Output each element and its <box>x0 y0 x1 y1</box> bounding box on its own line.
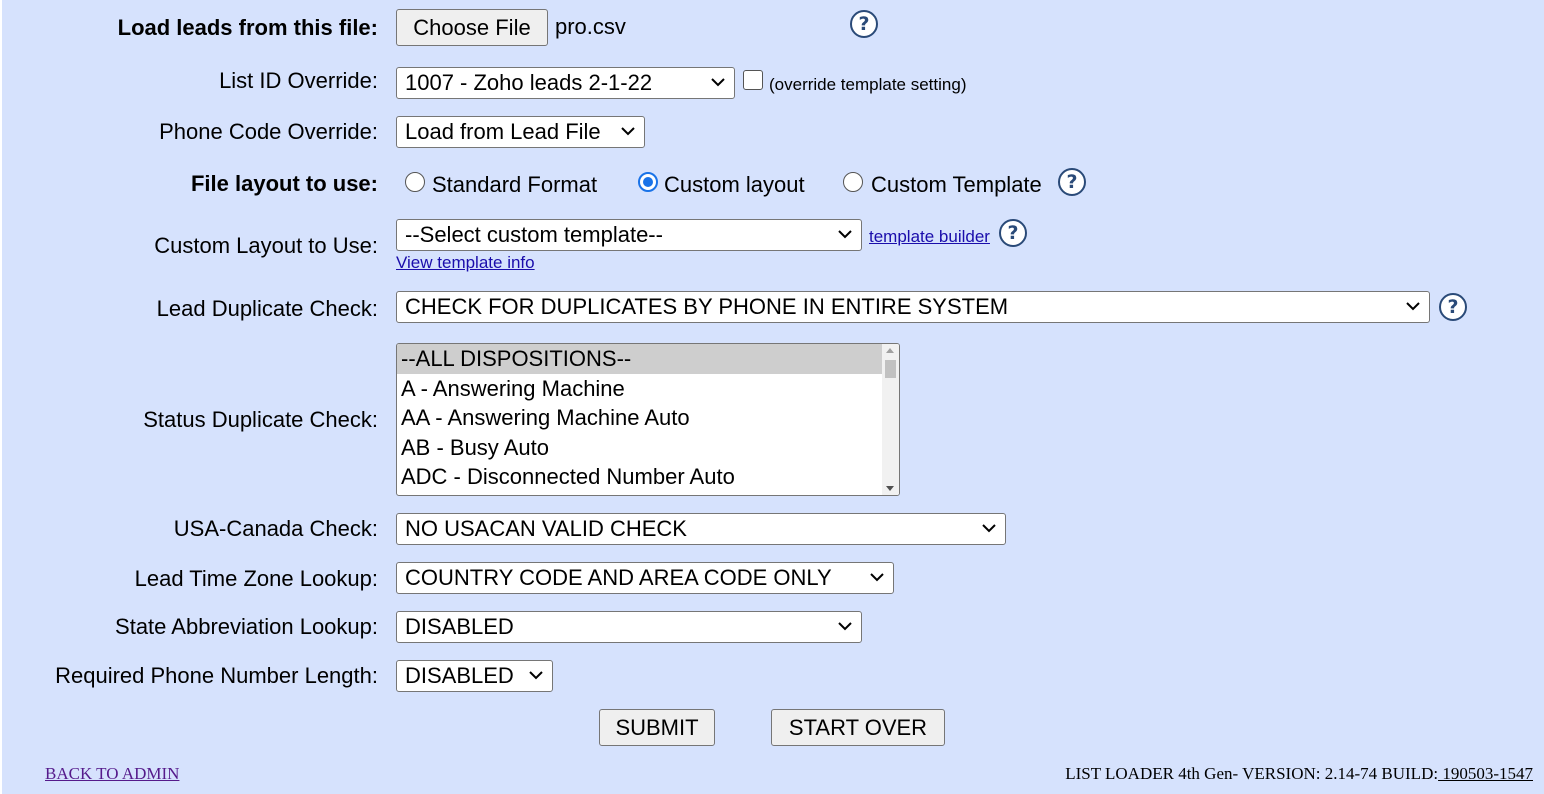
file-name-text: pro.csv <box>555 14 626 39</box>
list-loader-panel: Load leads from this file: Choose File p… <box>2 0 1544 794</box>
phone-length-select[interactable]: DISABLED <box>396 660 553 692</box>
phone-code-label: Phone Code Override: <box>159 119 378 144</box>
list-item[interactable]: ADC - Disconnected Number Auto <box>397 462 899 492</box>
scroll-down-arrow-icon[interactable] <box>886 486 894 491</box>
version-text: LIST LOADER 4th Gen- VERSION: 2.14-74 BU… <box>1065 764 1439 783</box>
phone-length-selected-value: DISABLED <box>405 663 514 688</box>
chevron-down-icon <box>870 573 884 582</box>
radio-custom-layout[interactable] <box>638 172 658 192</box>
load-file-help-icon[interactable]: ? <box>850 10 878 38</box>
build-link[interactable]: 190503-1547 <box>1438 764 1533 783</box>
back-to-admin-link[interactable]: BACK TO ADMIN <box>45 764 179 784</box>
file-layout-help-icon[interactable]: ? <box>1058 168 1086 196</box>
file-layout-label: File layout to use: <box>190 171 378 196</box>
state-abbreviation-selected-value: DISABLED <box>405 614 514 639</box>
version-info: LIST LOADER 4th Gen- VERSION: 2.14-74 BU… <box>1065 764 1533 784</box>
view-template-info-link[interactable]: View template info <box>396 253 535 273</box>
chevron-down-icon <box>529 671 543 680</box>
list-id-select[interactable]: 1007 - Zoho leads 2-1-22 <box>396 67 735 99</box>
phone-length-label: Required Phone Number Length: <box>55 663 378 688</box>
chevron-down-icon <box>982 524 996 533</box>
custom-template-label: Custom Template <box>871 172 1042 197</box>
lead-duplicate-selected-value: CHECK FOR DUPLICATES BY PHONE IN ENTIRE … <box>405 294 1009 319</box>
state-abbreviation-label: State Abbreviation Lookup: <box>115 614 378 639</box>
list-item[interactable]: AB - Busy Auto <box>397 433 899 463</box>
override-template-checkbox[interactable] <box>743 70 763 90</box>
usa-canada-selected-value: NO USACAN VALID CHECK <box>405 516 687 541</box>
listbox-scrollbar[interactable] <box>882 344 899 495</box>
chevron-down-icon <box>838 230 852 239</box>
phone-code-selected-value: Load from Lead File <box>405 119 601 144</box>
start-over-button[interactable]: START OVER <box>771 709 945 746</box>
lead-duplicate-check-label: Lead Duplicate Check: <box>156 296 378 321</box>
chevron-down-icon <box>621 127 635 136</box>
radio-standard-format[interactable] <box>405 172 425 192</box>
template-builder-link[interactable]: template builder <box>869 227 990 247</box>
list-item[interactable]: --ALL DISPOSITIONS-- <box>397 344 899 374</box>
time-zone-selected-value: COUNTRY CODE AND AREA CODE ONLY <box>405 565 832 590</box>
status-duplicate-check-label: Status Duplicate Check: <box>143 407 378 432</box>
custom-template-select[interactable]: --Select custom template-- <box>396 219 862 251</box>
usa-canada-select[interactable]: NO USACAN VALID CHECK <box>396 513 1006 545</box>
lead-duplicate-select[interactable]: CHECK FOR DUPLICATES BY PHONE IN ENTIRE … <box>396 291 1430 323</box>
scrollbar-thumb[interactable] <box>885 360 896 378</box>
list-item[interactable]: A - Answering Machine <box>397 374 899 404</box>
custom-template-selected-value: --Select custom template-- <box>405 222 663 247</box>
time-zone-lookup-label: Lead Time Zone Lookup: <box>134 566 378 591</box>
list-id-label: List ID Override: <box>219 68 378 93</box>
chevron-down-icon <box>838 622 852 631</box>
standard-format-label: Standard Format <box>432 172 598 197</box>
usa-canada-check-label: USA-Canada Check: <box>173 516 378 541</box>
choose-file-button[interactable]: Choose File <box>396 9 548 46</box>
custom-layout-label: Custom layout <box>664 172 805 197</box>
chevron-down-icon <box>711 78 725 87</box>
time-zone-select[interactable]: COUNTRY CODE AND AREA CODE ONLY <box>396 562 894 594</box>
status-duplicate-listbox[interactable]: --ALL DISPOSITIONS-- A - Answering Machi… <box>396 343 900 496</box>
list-id-selected-value: 1007 - Zoho leads 2-1-22 <box>405 70 653 95</box>
submit-button[interactable]: SUBMIT <box>599 709 715 746</box>
state-abbreviation-select[interactable]: DISABLED <box>396 611 862 643</box>
phone-code-select[interactable]: Load from Lead File <box>396 116 645 148</box>
custom-layout-help-icon[interactable]: ? <box>999 219 1027 247</box>
list-item[interactable]: AA - Answering Machine Auto <box>397 403 899 433</box>
lead-duplicate-help-icon[interactable]: ? <box>1439 293 1467 321</box>
load-file-label: Load leads from this file: <box>117 15 378 40</box>
radio-custom-template[interactable] <box>843 172 863 192</box>
scroll-up-arrow-icon[interactable] <box>886 348 894 353</box>
custom-layout-to-use-label: Custom Layout to Use: <box>154 233 378 258</box>
override-template-label: (override template setting) <box>769 75 967 94</box>
chevron-down-icon <box>1406 302 1420 311</box>
